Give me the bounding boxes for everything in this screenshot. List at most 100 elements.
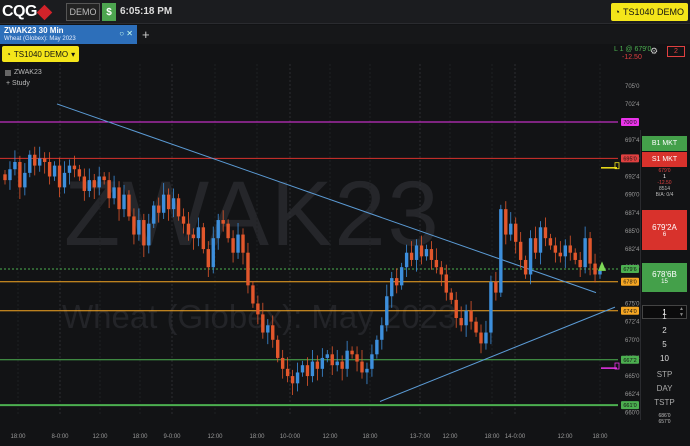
candle-body (216, 220, 220, 239)
candle-body (295, 372, 300, 384)
candle-body (3, 174, 7, 181)
candle-body (13, 161, 17, 170)
x-tick-label: 9-0:00 (163, 434, 181, 440)
candle-body (558, 252, 563, 257)
order-type-day[interactable]: DAY (642, 384, 687, 393)
demo-mode-button[interactable]: DEMO (66, 3, 100, 21)
candle-body (345, 350, 349, 369)
x-tick-label: 12:00 (207, 434, 223, 440)
candle-body (568, 245, 572, 253)
limit-order-marker[interactable] (601, 367, 617, 369)
candle-body (588, 238, 592, 264)
quantity-preset-10[interactable]: 10 (642, 354, 687, 363)
account-label: TS1040 DEMO (622, 7, 684, 17)
tab-subtitle: Wheat (Globex): May 2023 (4, 36, 76, 42)
candle-body (132, 216, 136, 235)
bid-price: 678'6B (652, 270, 677, 279)
candle-body (97, 176, 101, 188)
tab-chart-zwak23[interactable]: ZWAK23 30 Min Wheat (Globex): May 2023 ○… (0, 25, 137, 44)
tab-title: ZWAK23 30 Min (4, 26, 64, 35)
dollar-button[interactable]: $ (102, 3, 116, 21)
candle-body (23, 172, 27, 188)
candle-body (261, 314, 265, 333)
candle-body (271, 325, 275, 340)
candle-body (266, 325, 270, 333)
candle-body (419, 245, 424, 257)
price-chart[interactable]: 705'0 702'4 697'4 695'0 692'4 690'0 687'4 685'0… (0, 64, 690, 446)
candle-body (300, 365, 305, 373)
logo-text: CQG (2, 3, 37, 20)
x-tick-label: 8-0:00 (51, 434, 69, 440)
quantity-preset-2[interactable]: 2 (642, 326, 687, 335)
candle-body (533, 238, 538, 253)
candle-body (201, 227, 206, 250)
candle-body (598, 270, 602, 275)
candle-body (583, 238, 587, 268)
x-tick-label: 13-7:00 (410, 434, 431, 440)
order-type-stp[interactable]: STP (642, 370, 687, 379)
buy-market-button[interactable]: B1 MKT (642, 136, 687, 151)
buy-limit-button[interactable]: 678'6B 15 (642, 263, 687, 292)
position-status: L 1 @ 679'0 (614, 46, 652, 53)
candle-body (499, 209, 503, 293)
sell-limit-button[interactable]: 679'2A 6 (642, 210, 687, 250)
candle-body (102, 176, 106, 181)
candle-body (117, 187, 121, 210)
stop-order-marker[interactable] (601, 167, 617, 169)
candle-body (365, 368, 369, 373)
candle-body (518, 241, 523, 260)
candle-body (28, 154, 32, 173)
candle-body (399, 267, 404, 286)
chart-area[interactable]: ZWAK23 Wheat (Globex): May 2023 705'0 702… (0, 64, 690, 446)
candle-body (206, 249, 210, 268)
y-tick-label: 687'4 (625, 211, 640, 217)
candle-body (315, 361, 320, 369)
account-selector[interactable]: ◔ TS1040 DEMO ▾ (2, 46, 80, 62)
candle-body (8, 169, 12, 181)
y-tick-label: 682'4 (625, 247, 640, 253)
candle-body (211, 238, 215, 268)
candle-body (226, 223, 230, 239)
candle-body (171, 198, 176, 210)
candle-body (87, 180, 91, 192)
candle-body (424, 249, 429, 257)
quantity-preset-1[interactable]: 1 (642, 312, 687, 321)
candle-body (82, 176, 87, 192)
order-type-tstp[interactable]: TSTP (642, 398, 687, 407)
count-select[interactable]: 2 (667, 46, 685, 57)
candle-body (360, 361, 364, 373)
candle-body (489, 281, 493, 333)
y-tick-label: 685'0 (625, 229, 640, 235)
candle-body (38, 158, 42, 166)
candle-body (434, 259, 439, 268)
candle-body (231, 238, 235, 253)
ask-size: 6 (662, 231, 667, 238)
add-study-button[interactable]: + Study (6, 80, 30, 87)
sell-market-button[interactable]: S1 MKT (642, 152, 687, 167)
x-tick-label: 12:00 (92, 434, 108, 440)
candle-body (137, 220, 141, 235)
add-tab-button[interactable]: + (142, 27, 150, 42)
trend-line-up[interactable] (379, 306, 616, 402)
candle-body (166, 194, 171, 210)
candle-body (330, 354, 334, 366)
candle-body (236, 234, 240, 253)
tab-options-icon[interactable]: ○ ✕ (119, 29, 133, 38)
candle-body (251, 285, 255, 304)
candle-body (390, 278, 394, 297)
candle-body (350, 350, 354, 355)
candle-body (414, 245, 419, 260)
gear-icon[interactable]: ⚙ (650, 46, 658, 57)
quantity-preset-5[interactable]: 5 (642, 340, 687, 349)
x-tick-label: 18:00 (249, 434, 265, 440)
candle-body (285, 368, 290, 377)
y-tick-label: 675'0 (625, 302, 640, 308)
candle-body (553, 245, 558, 253)
y-tick-label: 660'0 (625, 410, 640, 416)
candle-body (241, 234, 245, 253)
y-tick-label: 702'4 (625, 102, 640, 108)
symbol-legend: ZWAK23 (5, 69, 42, 76)
account-selector-label: TS1040 DEMO (13, 49, 69, 59)
account-selector-top[interactable]: ◔ TS1040 DEMO (610, 3, 688, 21)
position-arrow-icon (598, 261, 606, 271)
